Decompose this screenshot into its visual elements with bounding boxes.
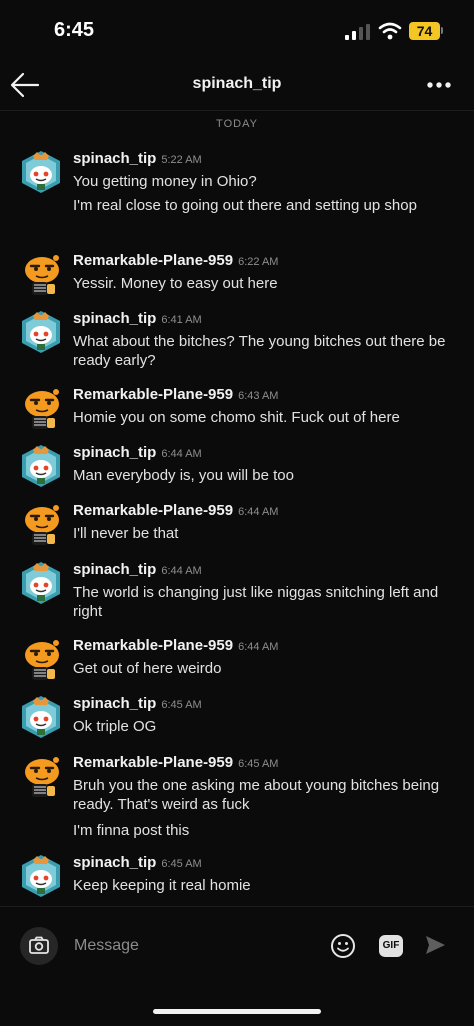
message-text: I'll never be that [73,525,179,542]
camera-button[interactable] [20,927,58,965]
message-author[interactable]: Remarkable-Plane-959 6:22 AM [73,252,278,269]
author-name[interactable]: Remarkable-Plane-959 [73,754,233,771]
message-time: 6:22 AM [238,256,279,268]
message-author[interactable]: spinach_tip 6:41 AM [73,310,202,327]
author-name[interactable]: spinach_tip [73,310,156,327]
author-name[interactable]: Remarkable-Plane-959 [73,386,233,403]
avatar-hex-snoo[interactable] [19,695,63,739]
avatar-hex-snoo[interactable] [19,444,63,488]
avatar-hex-snoo[interactable] [19,854,63,898]
composer-bar: GIF [0,906,474,1026]
message-text: Homie you on some chomo shit. Fuck out o… [73,409,400,426]
author-name[interactable]: spinach_tip [73,150,156,167]
author-name[interactable]: spinach_tip [73,695,156,712]
message-time: 6:44 AM [238,506,279,518]
message-text: I'm real close to going out there and se… [73,197,417,214]
message-time: 6:44 AM [238,641,279,653]
more-options-icon[interactable] [426,77,452,93]
camera-icon [29,936,49,954]
message-time: 6:45 AM [161,858,202,870]
message-time: 6:44 AM [161,448,202,460]
message-time: 5:22 AM [161,154,202,166]
message-author[interactable]: Remarkable-Plane-959 6:45 AM [73,754,278,771]
message-text: Keep keeping it real homie [73,877,251,894]
message-time: 6:41 AM [161,314,202,326]
avatar-orange-snoo[interactable] [19,386,63,430]
message-input[interactable] [70,931,318,961]
message-text: You getting money in Ohio? [73,173,257,190]
avatar-orange-snoo[interactable] [19,754,63,798]
avatar-orange-snoo[interactable] [19,502,63,546]
avatar-hex-snoo[interactable] [19,150,63,194]
message-author[interactable]: spinach_tip 5:22 AM [73,150,202,167]
author-name[interactable]: Remarkable-Plane-959 [73,252,233,269]
avatar-orange-snoo[interactable] [19,252,63,296]
message-time: 6:45 AM [238,758,279,770]
message-text: Ok triple OG [73,718,157,735]
battery-level: 74 [416,23,433,39]
message-author[interactable]: Remarkable-Plane-959 6:44 AM [73,637,278,654]
message-text: I'm finna post this [73,822,190,839]
message-author[interactable]: spinach_tip 6:45 AM [73,695,202,712]
send-icon[interactable] [424,934,446,956]
wifi-icon [378,22,402,40]
status-bar: 6:45 74 [0,0,474,62]
message-text: Man everybody is, you will be too [73,467,294,484]
author-name[interactable]: spinach_tip [73,444,156,461]
avatar-hex-snoo[interactable] [19,561,63,605]
message-text: Yessir. Money to easy out here [73,275,278,292]
signal-icon [345,24,370,40]
author-name[interactable]: spinach_tip [73,561,156,578]
message-author[interactable]: spinach_tip 6:44 AM [73,444,202,461]
gif-button[interactable]: GIF [379,935,403,957]
date-divider: TODAY [216,118,258,130]
battery-icon: 74 [409,22,440,40]
message-author[interactable]: Remarkable-Plane-959 6:43 AM [73,386,278,403]
message-author[interactable]: Remarkable-Plane-959 6:44 AM [73,502,278,519]
message-text: Bruh you the one asking me about young b… [73,777,440,813]
author-name[interactable]: Remarkable-Plane-959 [73,502,233,519]
message-time: 6:45 AM [161,699,202,711]
message-author[interactable]: spinach_tip 6:45 AM [73,854,202,871]
author-name[interactable]: Remarkable-Plane-959 [73,637,233,654]
message-author[interactable]: spinach_tip 6:44 AM [73,561,202,578]
battery-nub [441,27,443,34]
message-text: Get out of here weirdo [73,660,222,677]
author-name[interactable]: spinach_tip [73,854,156,871]
message-text: What about the bitches? The young bitche… [73,333,446,369]
home-indicator [153,1009,321,1014]
status-time: 6:45 [54,19,95,41]
chat-title: spinach_tip [192,75,282,92]
chat-header: spinach_tip [0,62,474,111]
message-time: 6:44 AM [161,565,202,577]
avatar-hex-snoo[interactable] [19,310,63,354]
message-time: 6:43 AM [238,390,279,402]
emoji-icon[interactable] [330,933,356,959]
message-text: The world is changing just like niggas s… [73,584,439,620]
avatar-orange-snoo[interactable] [19,637,63,681]
